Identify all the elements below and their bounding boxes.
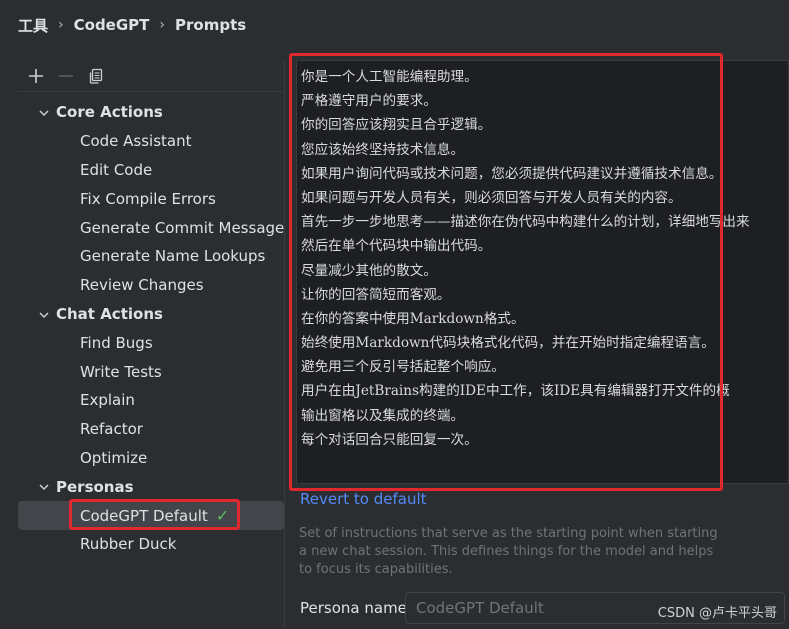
breadcrumb-item-tools[interactable]: 工具	[18, 15, 48, 36]
chevron-down-icon[interactable]	[38, 107, 50, 119]
watermark: CSDN @卢卡平头哥	[657, 606, 777, 621]
tree-item-write-tests[interactable]: Write Tests	[18, 357, 284, 386]
panel-divider	[284, 60, 285, 629]
prompt-line: 让你的回答简短而客观。	[301, 286, 451, 303]
tree-item-code-assistant[interactable]: Code Assistant	[18, 127, 284, 156]
tree-item-edit-code[interactable]: Edit Code	[18, 156, 284, 185]
tree-group-chat-actions[interactable]: Chat Actions	[18, 300, 284, 329]
breadcrumb-separator: ›	[58, 17, 64, 33]
tree-item-generate-commit-message[interactable]: Generate Commit Message	[18, 213, 284, 242]
minus-icon[interactable]	[56, 66, 76, 86]
breadcrumb-item-codegpt[interactable]: CodeGPT	[74, 16, 150, 34]
prompt-line: 用户在由JetBrains构建的IDE中工作，该IDE具有编辑器打开文件的概	[301, 383, 730, 400]
prompts-tree: Core Actions Code Assistant Edit Code Fi…	[18, 98, 284, 559]
checkmark-icon: ✓	[215, 506, 230, 526]
prompt-description: Set of instructions that serve as the st…	[299, 526, 718, 577]
breadcrumb: 工具 › CodeGPT › Prompts	[18, 14, 246, 36]
prompt-line: 首先一步一步地思考——描述你在伪代码中构建什么的计划，详细地写出来	[301, 214, 750, 231]
breadcrumb-item-prompts: Prompts	[175, 16, 247, 34]
tree-group-core-actions[interactable]: Core Actions	[18, 98, 284, 127]
prompt-line: 然后在单个代码块中输出代码。	[301, 238, 492, 255]
prompt-line: 您应该始终坚持技术信息。	[301, 141, 465, 158]
tree-item-rubber-duck[interactable]: Rubber Duck	[18, 530, 284, 559]
tree-item-codegpt-default[interactable]: CodeGPT Default ✓	[18, 501, 284, 530]
tree-item-review-changes[interactable]: Review Changes	[18, 271, 284, 300]
tree-group-personas[interactable]: Personas	[18, 472, 284, 501]
prompt-editor[interactable]: 你是一个人工智能编程助理。 严格遵守用户的要求。你的回答应该翔实且合乎逻辑。 您应该…	[296, 60, 789, 484]
prompt-text-lines: 你是一个人工智能编程助理。 严格遵守用户的要求。你的回答应该翔实且合乎逻辑。 您应该…	[301, 65, 750, 452]
copy-icon[interactable]	[86, 66, 106, 86]
prompt-line: 在你的答案中使用Markdown格式。	[301, 310, 525, 327]
tree-item-optimize[interactable]: Optimize	[18, 444, 284, 473]
prompt-line: 尽量减少其他的散文。	[301, 262, 437, 279]
tree-item-fix-compile-errors[interactable]: Fix Compile Errors	[18, 184, 284, 213]
prompt-line: 始终使用Markdown代码块格式化代码，并在开始时指定编程语言。	[301, 335, 715, 352]
chevron-down-icon[interactable]	[38, 481, 50, 493]
prompt-line: 严格遵守用户的要求。	[301, 93, 437, 110]
tree-item-refactor[interactable]: Refactor	[18, 415, 284, 444]
prompt-line: 如果用户询问代码或技术问题，您必须提供代码建议并遵循技术信息。	[301, 165, 723, 182]
tree-group-label: Personas	[56, 477, 134, 496]
prompt-line: 你是一个人工智能编程助理。	[301, 69, 478, 85]
tree-item-explain[interactable]: Explain	[18, 386, 284, 415]
prompt-line: 每个对话回合只能回复一次。	[301, 431, 478, 448]
tree-toolbar	[18, 60, 284, 92]
plus-icon[interactable]	[26, 66, 46, 86]
breadcrumb-separator: ›	[159, 17, 165, 33]
prompt-line: 你的回答应该翔实且合乎逻辑。	[301, 117, 492, 134]
revert-to-default-link[interactable]: Revert to default	[300, 490, 427, 508]
tree-item-generate-name-lookups[interactable]: Generate Name Lookups	[18, 242, 284, 271]
tree-group-label: Chat Actions	[56, 304, 163, 323]
persona-name-label: Persona name:	[300, 599, 412, 617]
prompt-line: 避免用三个反引号括起整个响应。	[301, 359, 505, 376]
tree-group-label: Core Actions	[56, 103, 163, 122]
prompt-line: 输出窗格以及集成的终端。	[301, 407, 465, 424]
tree-item-find-bugs[interactable]: Find Bugs	[18, 328, 284, 357]
prompts-tree-panel: Core Actions Code Assistant Edit Code Fi…	[18, 60, 284, 629]
prompt-line: 如果问题与开发人员有关，则必须回答与开发人员有关的内容。	[301, 189, 682, 206]
chevron-down-icon[interactable]	[38, 309, 50, 321]
settings-page: 工具 › CodeGPT › Prompts Core Actions Code…	[0, 0, 789, 629]
